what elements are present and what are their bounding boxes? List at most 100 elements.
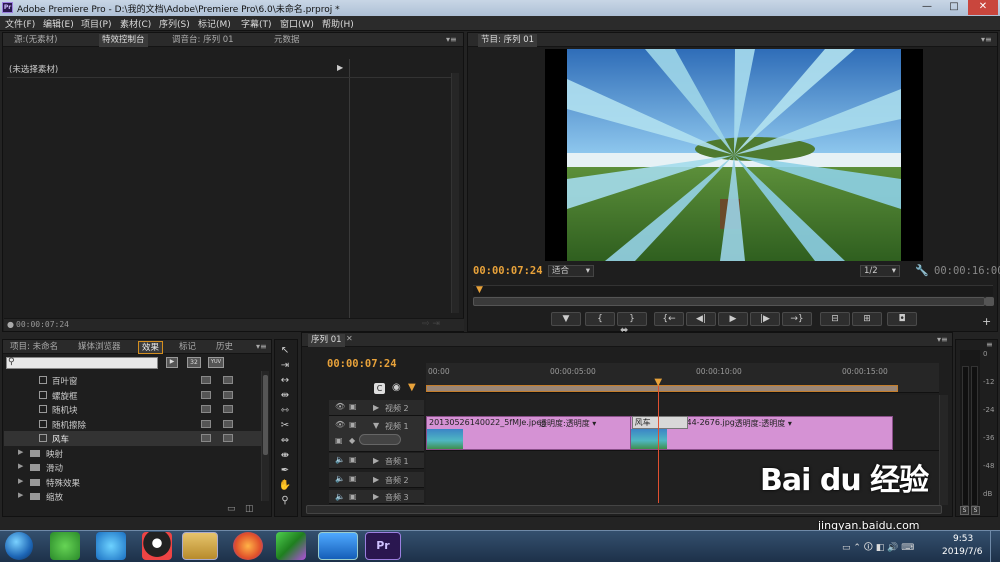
lock-icon[interactable]: ▣ <box>349 420 357 429</box>
track-header-audio3[interactable]: 🔈 ▣ ▶ 音频 3 <box>329 490 424 504</box>
step-forward-button[interactable]: |▶ <box>750 312 780 326</box>
collapse-arrow-icon[interactable]: ▼ <box>373 421 379 430</box>
qq-icon[interactable] <box>142 532 172 560</box>
step-back-button[interactable]: ◀| <box>686 312 716 326</box>
rate-stretch-tool-icon[interactable]: ⇿ <box>278 404 292 418</box>
program-timecode[interactable]: 00:00:07:24 <box>473 265 543 277</box>
premiere-taskbar-icon[interactable]: Pr <box>365 532 401 560</box>
tab-effects[interactable]: 效果 <box>138 341 164 354</box>
minimize-button[interactable]: — <box>914 0 940 15</box>
set-marker-icon[interactable]: ▼ <box>408 382 416 393</box>
firefox-icon[interactable] <box>233 532 263 560</box>
scroll-thumb[interactable] <box>263 375 268 455</box>
track-header-video2[interactable]: 👁 ▣ ▶ 视频 2 <box>329 400 424 416</box>
pen-tool-icon[interactable]: ✒ <box>278 464 292 478</box>
display-style-icon[interactable]: ▣ <box>335 436 343 445</box>
timeline-ruler[interactable]: 00:00 00:00:05:00 00:00:10:00 00:00:15:0… <box>426 363 939 393</box>
new-bin-icon[interactable]: ▭ <box>227 504 236 514</box>
fit-select[interactable]: 适合 ▾ <box>548 265 594 277</box>
program-zoom-bar[interactable] <box>473 297 985 306</box>
show-desktop-button[interactable] <box>990 530 1000 562</box>
selection-tool-icon[interactable]: ↖ <box>278 344 292 358</box>
menu-clip[interactable]: 素材(C) <box>120 17 151 30</box>
lift-button[interactable]: ⊟ <box>820 312 850 326</box>
close-button[interactable]: ✕ <box>968 0 998 15</box>
tray-icons[interactable]: ▭ ⌃ 🛈 ◧ 🔊 ⌨ <box>842 540 914 556</box>
menu-edit[interactable]: 编辑(E) <box>43 17 74 30</box>
maximize-button[interactable]: □ <box>941 0 967 15</box>
lock-icon[interactable]: ▣ <box>349 492 357 501</box>
transition-pinwheel[interactable]: 风车 <box>631 416 688 429</box>
menu-sequence[interactable]: 序列(S) <box>159 17 190 30</box>
hand-tool-icon[interactable]: ✋ <box>278 479 292 493</box>
menu-window[interactable]: 窗口(W) <box>280 17 314 30</box>
tab-markers[interactable]: 标记 <box>176 341 199 354</box>
mark-in-button[interactable]: { <box>585 312 615 326</box>
add-button-icon[interactable]: + <box>982 315 991 328</box>
solo-left-button[interactable]: S <box>960 506 969 515</box>
expand-arrow-icon[interactable]: ▶ <box>337 63 343 72</box>
tab-source[interactable]: 源:(无素材) <box>11 34 61 47</box>
zoom-tool-icon[interactable]: ⚲ <box>278 494 292 508</box>
panel-menu-icon[interactable]: ▾≡ <box>934 334 951 347</box>
keyframe-nav[interactable] <box>359 434 401 445</box>
folder-item[interactable]: ▶ 缩放 <box>4 489 266 504</box>
play-button[interactable]: ▶ <box>718 312 748 326</box>
eye-icon[interactable]: 👁 <box>335 420 345 429</box>
menu-help[interactable]: 帮助(H) <box>322 17 354 30</box>
tab-project[interactable]: 项目: 未命名 <box>7 341 61 354</box>
tab-program[interactable]: 节目: 序列 01 <box>478 34 538 47</box>
panel-menu-icon[interactable]: ≡ <box>986 340 993 349</box>
speaker-icon[interactable]: 🔈 <box>335 455 345 464</box>
wrench-icon[interactable]: 🔧 <box>915 264 929 277</box>
folder-item[interactable]: ▶ 滑动 <box>4 460 266 475</box>
program-mini-ruler[interactable] <box>473 285 993 296</box>
folder-item[interactable]: ▶ 映射 <box>4 446 266 461</box>
tab-history[interactable]: 历史 <box>213 341 236 354</box>
timeline-vscroll[interactable] <box>939 395 948 505</box>
menu-title[interactable]: 字幕(T) <box>241 17 272 30</box>
scrollbar[interactable] <box>451 73 459 313</box>
rolling-edit-tool-icon[interactable]: ⇹ <box>278 389 292 403</box>
lock-icon[interactable]: ▣ <box>349 455 357 464</box>
ripple-edit-tool-icon[interactable]: ↔ <box>278 374 292 388</box>
effect-item[interactable]: 百叶窗 <box>4 373 266 388</box>
expand-arrow-icon[interactable]: ▶ <box>18 477 23 485</box>
track-select-tool-icon[interactable]: ⇥ <box>278 359 292 373</box>
accelerated-effects-icon[interactable]: ▶ <box>166 357 178 368</box>
expand-arrow-icon[interactable]: ▶ <box>18 448 23 456</box>
track-header-video1[interactable]: 👁 ▣ ▼ 视频 1 ▣ ◆ <box>329 416 424 452</box>
export-frame-button[interactable]: ◘ <box>887 312 917 326</box>
panel-menu-icon[interactable]: ▾≡ <box>978 34 995 47</box>
menu-file[interactable]: 文件(F) <box>5 17 35 30</box>
timeline-playhead[interactable] <box>658 385 660 503</box>
track-header-audio1[interactable]: 🔈 ▣ ▶ 音频 1 <box>329 453 424 469</box>
track-header-audio2[interactable]: 🔈 ▣ ▶ 音频 2 <box>329 472 424 488</box>
slip-tool-icon[interactable]: ⇔ <box>278 434 292 448</box>
360-browser-icon[interactable] <box>50 532 80 560</box>
panel-menu-icon[interactable]: ▾≡ <box>443 34 460 47</box>
menu-marker[interactable]: 标记(M) <box>198 17 231 30</box>
add-marker-button[interactable]: ▼ <box>551 312 581 326</box>
expand-arrow-icon[interactable]: ▶ <box>373 492 379 501</box>
expand-arrow-icon[interactable]: ▶ <box>373 475 379 484</box>
effect-item[interactable]: 随机擦除 <box>4 417 266 432</box>
zoom-handle[interactable] <box>985 297 994 306</box>
effect-item[interactable]: 螺旋框 <box>4 388 266 403</box>
close-tab-icon[interactable]: ✕ <box>346 334 353 343</box>
lock-icon[interactable]: ▣ <box>349 474 357 483</box>
effect-item[interactable]: 随机块 <box>4 402 266 417</box>
clip-effect-label[interactable]: 透明度:透明度 ▾ <box>735 418 792 429</box>
effects-search-input[interactable]: ⚲ <box>6 357 158 369</box>
folder-item[interactable]: ▶ 特殊效果 <box>4 475 266 490</box>
effect-item-selected[interactable]: 风车 <box>4 431 266 446</box>
media-player-icon[interactable] <box>96 532 126 560</box>
speaker-icon[interactable]: 🔈 <box>335 492 345 501</box>
marker-icon[interactable]: ◉ <box>392 382 401 393</box>
solo-right-button[interactable]: S <box>971 506 980 515</box>
yuv-effects-icon[interactable]: YUV <box>208 357 224 368</box>
resolution-select[interactable]: 1/2 ▾ <box>860 265 900 277</box>
tab-audio-mixer[interactable]: 调音台: 序列 01 <box>169 34 237 47</box>
playhead-handle-icon[interactable]: ▼ <box>654 377 662 388</box>
eye-icon[interactable]: 👁 <box>335 402 345 411</box>
